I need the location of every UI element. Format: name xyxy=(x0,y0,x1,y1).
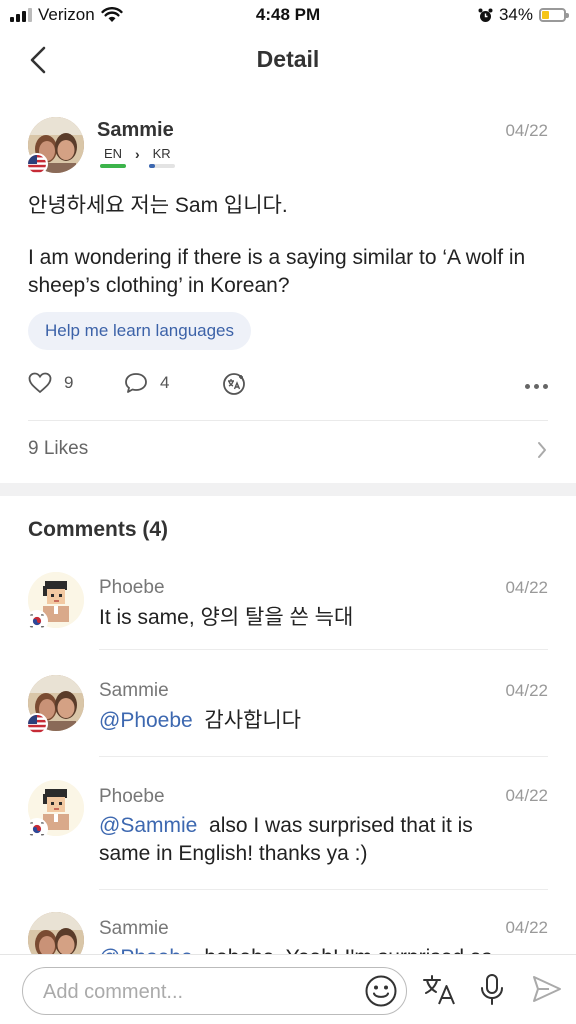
mention-link[interactable]: @Phoebe xyxy=(99,709,193,732)
post-body: 안녕하세요 저는 Sam 입니다. I am wondering if ther… xyxy=(28,192,558,324)
section-separator xyxy=(0,483,576,496)
comment-body: hahaha. Yeah! I'm surprised as xyxy=(204,946,492,954)
us-flag-icon xyxy=(26,713,48,735)
comment-input-wrapper xyxy=(22,967,407,1015)
like-count: 9 xyxy=(64,373,74,392)
page-title: Detail xyxy=(256,46,320,72)
likes-label: 9 Likes xyxy=(28,438,89,459)
comment-button[interactable]: 4 xyxy=(124,372,169,394)
kr-flag-icon xyxy=(26,610,48,632)
microphone-icon[interactable] xyxy=(479,973,505,1007)
emoji-icon[interactable] xyxy=(364,974,398,1008)
like-button[interactable]: 9 xyxy=(28,372,73,394)
chevron-right-icon xyxy=(538,442,546,458)
comment-date: 04/22 xyxy=(505,918,548,937)
status-bar: Verizon 4:48 PM 34% xyxy=(0,0,576,30)
native-language: EN xyxy=(100,146,126,168)
status-right: 34% xyxy=(478,5,569,25)
avatar[interactable] xyxy=(28,912,84,954)
post-author-avatar[interactable] xyxy=(26,117,84,178)
send-icon[interactable] xyxy=(531,973,563,1005)
post-date: 04/22 xyxy=(505,121,548,140)
post-text-line: 안녕하세요 저는 Sam 입니다. xyxy=(28,194,288,217)
native-language-label: EN xyxy=(103,146,123,161)
translate-post-button[interactable] xyxy=(222,372,246,396)
divider xyxy=(99,889,548,890)
comment-text: @Phoebe 감사합니다 xyxy=(99,707,519,735)
translate-icon xyxy=(223,373,245,395)
comment-body: It is same, 양의 탈을 쓴 늑대 xyxy=(99,606,354,629)
learning-language: KR xyxy=(148,146,175,168)
comment-body: 감사합니다 xyxy=(204,709,302,732)
comment-text: @Sammie also I was surprised that it is … xyxy=(99,812,519,868)
more-options-icon[interactable] xyxy=(525,384,548,389)
comment-avatar[interactable] xyxy=(26,780,84,841)
comment-avatar[interactable] xyxy=(26,572,84,633)
alarm-icon xyxy=(478,8,493,22)
learning-language-label: KR xyxy=(152,146,171,161)
comment-avatar[interactable] xyxy=(28,912,84,954)
divider xyxy=(99,649,548,650)
comment-date: 04/22 xyxy=(505,578,548,597)
comment-text: It is same, 양의 탈을 쓴 늑대 xyxy=(99,604,519,632)
comment-author[interactable]: Sammie xyxy=(99,918,169,940)
mention-link[interactable]: @Phoebe xyxy=(99,946,193,954)
comment-avatar[interactable] xyxy=(26,675,84,736)
native-language-bar xyxy=(100,164,126,168)
battery-percent: 34% xyxy=(498,5,533,24)
likes-row[interactable]: 9 Likes xyxy=(28,438,548,468)
comment-author[interactable]: Sammie xyxy=(99,680,169,702)
translate-icon[interactable] xyxy=(422,973,458,1007)
comment-bubble-icon xyxy=(125,373,147,393)
post-actions: 9 4 xyxy=(28,372,548,402)
comment-author[interactable]: Phoebe xyxy=(99,786,165,808)
divider xyxy=(28,420,548,421)
comments-title: Comments (4) xyxy=(28,518,169,541)
heart-icon xyxy=(28,372,52,394)
comment-date: 04/22 xyxy=(505,786,548,805)
post-text-line: I am wondering if there is a saying simi… xyxy=(28,246,526,297)
post-author-name[interactable]: Sammie xyxy=(97,119,174,142)
comment-count: 4 xyxy=(160,373,170,392)
comment-composer xyxy=(0,954,576,1024)
comment-item: Sammie 04/22 @Phoebe hahaha. Yeah! I'm s… xyxy=(0,910,576,954)
comment-date: 04/22 xyxy=(505,681,548,700)
learning-language-bar xyxy=(148,164,175,168)
battery-icon xyxy=(539,8,569,22)
comment-text: @Phoebe hahaha. Yeah! I'm surprised as xyxy=(99,944,549,954)
mention-link[interactable]: @Sammie xyxy=(99,814,197,837)
comment-input[interactable] xyxy=(43,978,363,1006)
language-indicator: EN › KR xyxy=(100,146,175,168)
divider xyxy=(99,756,548,757)
chevron-right-icon: › xyxy=(135,146,140,162)
topic-tag[interactable]: Help me learn languages xyxy=(28,312,252,350)
nav-bar: Detail xyxy=(0,30,576,90)
kr-flag-icon xyxy=(26,818,48,840)
us-flag-icon xyxy=(26,153,48,175)
comment-author[interactable]: Phoebe xyxy=(99,577,165,599)
battery-fill xyxy=(542,11,549,19)
